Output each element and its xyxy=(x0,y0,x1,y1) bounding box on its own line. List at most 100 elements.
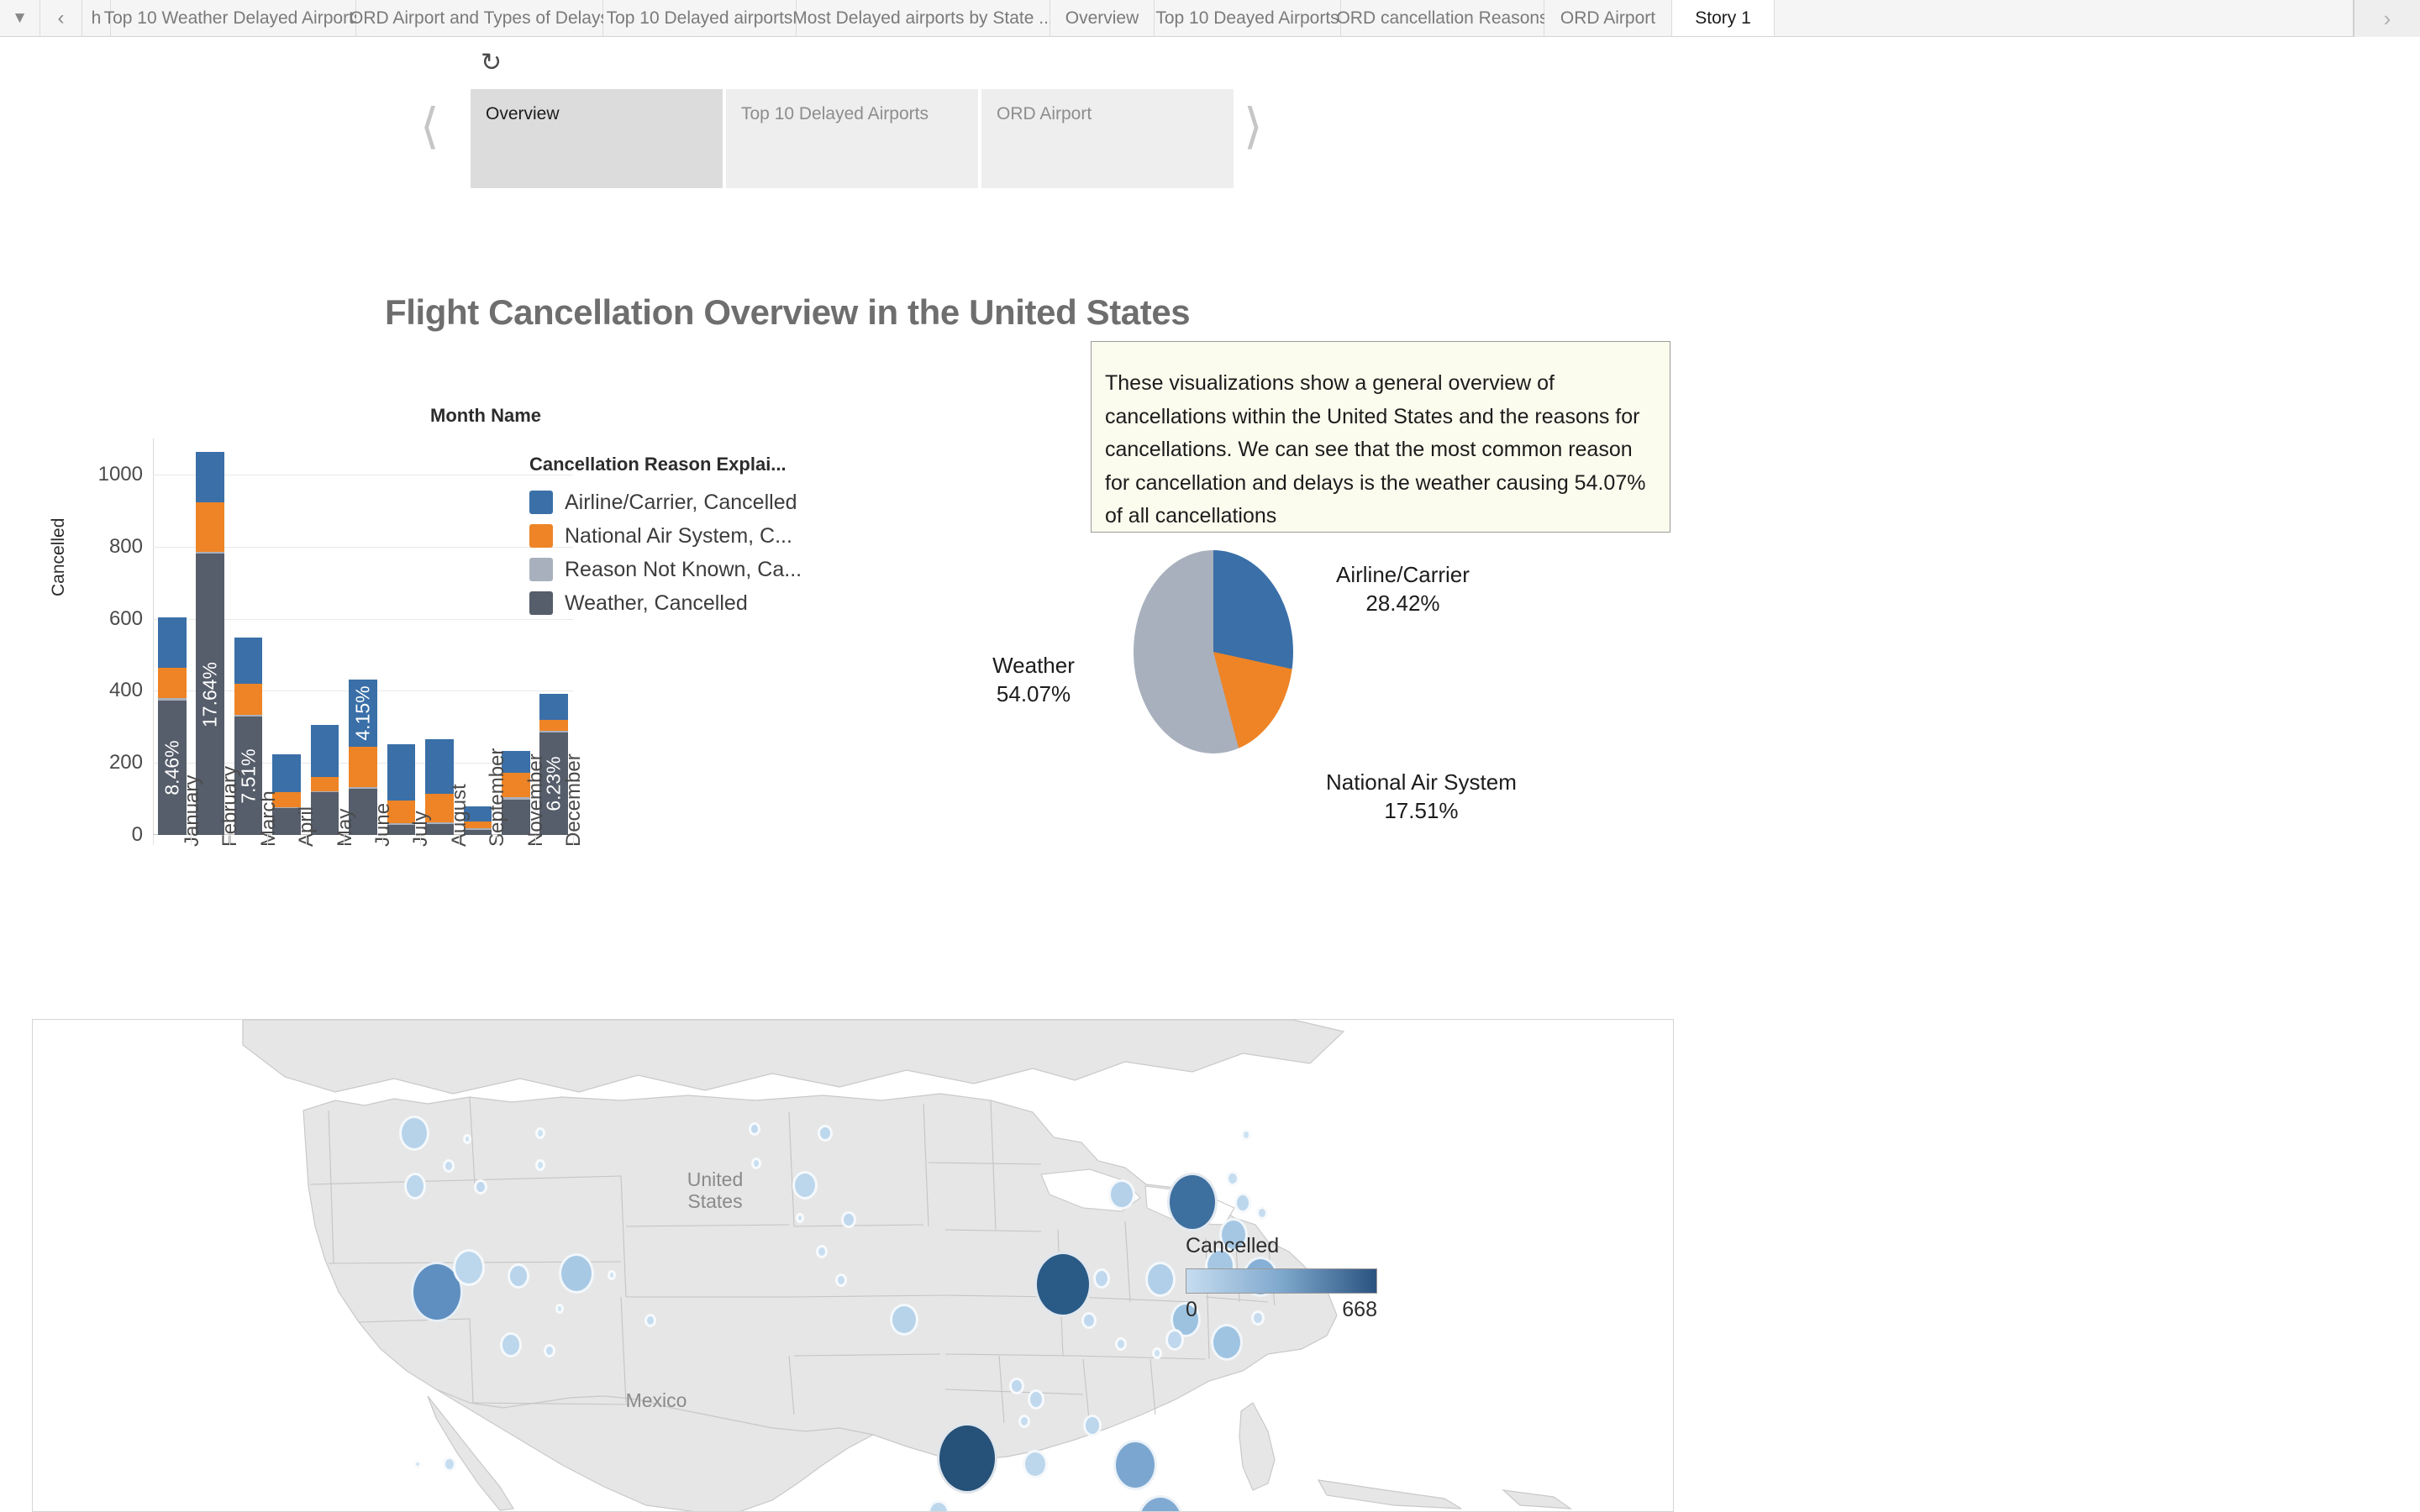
legend-item-reason-not-known[interactable]: Reason Not Known, Ca... xyxy=(529,553,853,586)
map-bubble[interactable] xyxy=(1028,1389,1044,1410)
map-bubble[interactable] xyxy=(1234,1193,1251,1213)
bar-segment[interactable] xyxy=(539,693,569,720)
y-axis-tick-label: 0 xyxy=(131,823,143,846)
map-bubble[interactable] xyxy=(1093,1268,1110,1289)
bar-segment[interactable] xyxy=(310,777,339,791)
bar-chart-column-header: Month Name xyxy=(430,405,541,426)
tab-prev-button[interactable]: ‹ xyxy=(40,0,82,36)
map-bubble[interactable] xyxy=(890,1304,918,1336)
map-bubble[interactable] xyxy=(463,1134,471,1144)
map-bubble[interactable] xyxy=(399,1116,429,1151)
map-bubble[interactable] xyxy=(841,1211,856,1228)
map-bubble[interactable] xyxy=(1018,1415,1030,1428)
tab-story-1[interactable]: Story 1 xyxy=(1672,0,1775,36)
y-axis-tick-label: 800 xyxy=(108,534,143,558)
story-point-top-10-delayed-airports[interactable]: Top 10 Delayed Airports xyxy=(726,89,978,188)
map-bubble[interactable] xyxy=(1145,1262,1176,1297)
map-bubble[interactable] xyxy=(535,1159,545,1171)
bar-segment[interactable] xyxy=(234,683,263,715)
legend-item-national-air-system[interactable]: National Air System, C... xyxy=(529,519,853,553)
map-bubble[interactable] xyxy=(535,1127,545,1139)
map-bubble[interactable] xyxy=(1165,1329,1184,1351)
replay-icon[interactable]: ↻ xyxy=(481,50,502,76)
map-bubble[interactable] xyxy=(1241,1129,1251,1141)
tab-ord-airport-and-types-of-delays[interactable]: ORD Airport and Types of Delays xyxy=(350,0,609,36)
x-axis-tick-label: July xyxy=(409,811,433,847)
map-bubble[interactable] xyxy=(1226,1171,1239,1186)
story-point-overview[interactable]: Overview xyxy=(471,89,723,188)
map-bubble[interactable] xyxy=(792,1171,818,1200)
legend-item-weather[interactable]: Weather, Cancelled xyxy=(529,586,853,620)
tab-next-button[interactable]: › xyxy=(2353,0,2420,37)
map-bubble[interactable] xyxy=(644,1314,656,1327)
tab-ord-airport[interactable]: ORD Airport xyxy=(1544,0,1672,36)
map-bubble[interactable] xyxy=(1211,1324,1243,1361)
x-axis-separator xyxy=(534,835,536,845)
map-bubble[interactable] xyxy=(1023,1450,1048,1478)
map-bubble[interactable] xyxy=(937,1423,997,1494)
bar-segment[interactable] xyxy=(272,753,301,792)
map-bubble[interactable] xyxy=(1113,1440,1157,1490)
bar-segment[interactable] xyxy=(234,637,263,684)
map-bubble[interactable] xyxy=(443,1159,455,1173)
map-bubble[interactable] xyxy=(1167,1173,1218,1231)
bar-chart-y-axis-line xyxy=(153,438,154,835)
map-bubble[interactable] xyxy=(508,1263,529,1289)
legend-swatch-icon xyxy=(529,558,553,581)
bar-segment[interactable] xyxy=(387,743,416,801)
map-bubble[interactable] xyxy=(413,1460,422,1468)
pie-label-airline-carrier: Airline/Carrier 28.42% xyxy=(1336,562,1470,616)
bar-segment[interactable] xyxy=(196,452,224,503)
tab-top-10-deayed-airports[interactable]: Top 10 Deayed Airports xyxy=(1155,0,1341,36)
tab-most-delayed-airports-by-state[interactable]: Most Delayed airports by State ... xyxy=(792,0,1054,36)
bar-segment[interactable]: 4.15% xyxy=(349,679,377,748)
bar-segment[interactable] xyxy=(310,724,339,778)
map-bubble[interactable] xyxy=(404,1173,426,1200)
map-bubble[interactable] xyxy=(453,1249,485,1286)
tab-top-10-weather-delayed-airports[interactable]: Top 10 Weather Delayed Airports xyxy=(104,0,362,36)
map-bubble[interactable] xyxy=(1081,1312,1097,1329)
page-title: Flight Cancellation Overview in the Unit… xyxy=(385,292,1191,332)
bar-segment[interactable] xyxy=(349,747,377,788)
map-bubble[interactable] xyxy=(544,1344,555,1357)
tab-overview[interactable]: Overview xyxy=(1050,0,1155,36)
bar-segment[interactable] xyxy=(196,502,224,552)
map-bubble[interactable] xyxy=(1256,1206,1268,1220)
story-point-ord-airport[interactable]: ORD Airport xyxy=(981,89,1234,188)
bar-segment[interactable] xyxy=(157,617,187,668)
legend-item-airline-carrier[interactable]: Airline/Carrier, Cancelled xyxy=(529,486,853,519)
map-bubble[interactable] xyxy=(751,1158,761,1169)
pie-label-national-air-system: National Air System 17.51% xyxy=(1326,769,1517,823)
map-bubble[interactable] xyxy=(816,1245,828,1258)
legend-label: Reason Not Known, Ca... xyxy=(565,557,802,581)
tab-top-10-delayed-airports[interactable]: Top 10 Delayed airports xyxy=(603,0,797,36)
map-bubble[interactable] xyxy=(749,1122,760,1136)
tab-ord-cancellation-reasons[interactable]: ORD cancellation Reasons xyxy=(1336,0,1549,36)
map-bubble[interactable] xyxy=(835,1273,847,1287)
map-bubble[interactable] xyxy=(443,1457,456,1472)
map-bubble[interactable] xyxy=(818,1125,833,1142)
map-bubble[interactable] xyxy=(1108,1179,1135,1210)
map-bubble[interactable] xyxy=(1115,1337,1127,1351)
map-bubble[interactable] xyxy=(608,1270,616,1280)
map-bubble[interactable] xyxy=(1009,1378,1024,1394)
map-bubble[interactable] xyxy=(559,1253,594,1294)
bar-segment[interactable] xyxy=(157,667,187,698)
map-bubble[interactable] xyxy=(796,1213,804,1223)
story-prev-button[interactable]: ⟨ xyxy=(420,102,439,151)
map-bubble[interactable] xyxy=(474,1179,487,1194)
x-axis-tick-label: September xyxy=(486,748,509,847)
story-next-button[interactable]: ⟩ xyxy=(1244,102,1263,151)
x-axis-separator xyxy=(573,835,574,845)
tab-menu-button[interactable]: ▼ xyxy=(0,0,40,36)
map-bubble[interactable] xyxy=(1152,1347,1162,1359)
map-bubble[interactable] xyxy=(1083,1415,1102,1436)
map-bubble[interactable] xyxy=(555,1304,564,1314)
map-bubble[interactable] xyxy=(500,1332,522,1357)
map-bubble[interactable] xyxy=(1034,1252,1092,1317)
map-color-gradient xyxy=(1186,1268,1377,1294)
x-axis-separator xyxy=(191,835,192,845)
bar-segment[interactable] xyxy=(539,719,569,731)
map-panel[interactable]: United States Mexico Cancelled 0 668 xyxy=(32,1019,1674,1512)
pie-chart-slices[interactable] xyxy=(1134,550,1293,753)
